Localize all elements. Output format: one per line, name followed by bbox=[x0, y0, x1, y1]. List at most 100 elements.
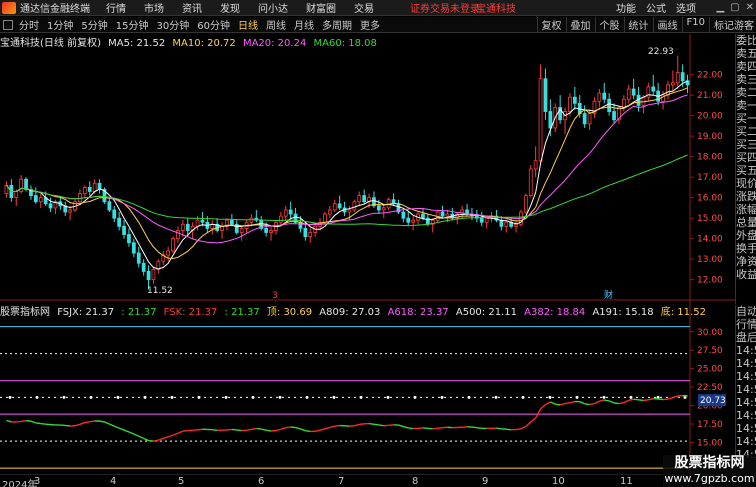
candle-body bbox=[166, 250, 171, 256]
candle-body bbox=[406, 217, 411, 223]
minimize-icon[interactable]: ▁ bbox=[716, 2, 724, 13]
candle-body bbox=[572, 96, 577, 104]
tick-row: 14:5 bbox=[736, 422, 756, 435]
indicator-chart[interactable]: 30.0027.5025.0022.5020.0017.5015.0020.73 bbox=[0, 301, 735, 474]
candle-body bbox=[543, 78, 548, 112]
a500-dot bbox=[8, 395, 12, 399]
price-tick-label: 18.00 bbox=[697, 153, 723, 163]
stock-button[interactable]: 个股 bbox=[594, 17, 624, 32]
date-label: 3 bbox=[34, 476, 41, 487]
quote-row: 现价 bbox=[736, 177, 756, 190]
candle-body bbox=[24, 178, 28, 190]
candle-body bbox=[440, 211, 445, 217]
date-label: 8 bbox=[412, 476, 419, 487]
price-tick-label: 21.00 bbox=[697, 91, 723, 101]
indicator-segment bbox=[604, 399, 610, 402]
draw-line-button[interactable]: 画线 bbox=[652, 17, 682, 32]
candle-body bbox=[411, 219, 416, 223]
fsjx-value: FSJX: 21.37 bbox=[57, 307, 115, 318]
a500-dot bbox=[413, 395, 417, 399]
overlay-button[interactable]: 叠加 bbox=[565, 17, 595, 32]
a191-value: A191: 15.18 bbox=[592, 307, 654, 318]
menu-item-hangqing[interactable]: 行情 bbox=[106, 0, 126, 15]
marker-cai[interactable]: 财 bbox=[604, 289, 613, 301]
indicator-segment bbox=[99, 420, 105, 423]
close-icon[interactable]: ✕ bbox=[746, 2, 754, 13]
menu-item-wenxiaoda[interactable]: 问小达 bbox=[258, 0, 288, 15]
candle-body bbox=[362, 195, 367, 203]
watermark-title: 股票指标网 bbox=[674, 455, 745, 471]
menu-item-jiaoyi[interactable]: 交易 bbox=[354, 0, 374, 15]
indicator-segment bbox=[65, 424, 71, 427]
price-tick-label: 16.00 bbox=[697, 194, 723, 204]
tab-60min[interactable]: 60分钟 bbox=[193, 17, 234, 32]
date-label: 7 bbox=[338, 476, 345, 487]
candle-body bbox=[533, 160, 538, 170]
tab-more[interactable]: 更多 bbox=[356, 17, 384, 32]
quote-row: 买四 bbox=[736, 151, 756, 164]
tick-row[interactable]: 自动 bbox=[736, 305, 756, 318]
guest-label[interactable]: 游客 bbox=[734, 17, 754, 32]
candle-body bbox=[504, 221, 509, 227]
candle-body bbox=[499, 219, 504, 227]
fuquan-button[interactable]: 复权 bbox=[536, 17, 566, 32]
menu-gongneng[interactable]: 功能 bbox=[616, 0, 636, 15]
watermark-url: www.7gpzb.com bbox=[664, 472, 755, 485]
indicator-segment bbox=[589, 402, 595, 406]
a500-dot bbox=[494, 395, 498, 399]
candle-body bbox=[484, 217, 489, 223]
candle-body bbox=[675, 72, 680, 84]
tab-15min[interactable]: 15分钟 bbox=[112, 17, 153, 32]
a500-dot bbox=[467, 395, 471, 399]
app-title: 通达信金融终端 bbox=[20, 4, 90, 15]
indicator-segment bbox=[613, 402, 620, 405]
tab-30min[interactable]: 30分钟 bbox=[152, 17, 193, 32]
menu-item-zixun[interactable]: 资讯 bbox=[182, 0, 202, 15]
candle-body bbox=[582, 113, 587, 125]
menu-item-faxian[interactable]: 发现 bbox=[220, 0, 240, 15]
candle-body bbox=[33, 195, 38, 203]
menu-item-caifuquan[interactable]: 财富圈 bbox=[306, 0, 336, 15]
candle-body bbox=[82, 186, 87, 194]
candle-body bbox=[445, 213, 450, 217]
tab-fenshi[interactable]: 分时 bbox=[15, 17, 43, 32]
price-chart[interactable]: 22.00 21.00 20.00 19.00 18.00 17.00 16.00 15.00… bbox=[0, 34, 735, 301]
layout-toggle-icon[interactable] bbox=[3, 19, 13, 30]
candle-body bbox=[323, 213, 327, 223]
login-warning[interactable]: 证券交易未登录 bbox=[410, 0, 480, 15]
price-tick-label: 15.00 bbox=[697, 214, 723, 224]
stats-button[interactable]: 统计 bbox=[623, 17, 653, 32]
f10-button[interactable]: F10 bbox=[681, 17, 709, 32]
period-toolbar: 分时 1分钟 5分钟 15分钟 30分钟 60分钟 日线 周线 月线 多周期 更… bbox=[0, 17, 756, 33]
tick-row: 14:5 bbox=[736, 435, 756, 448]
tab-monthly[interactable]: 月线 bbox=[290, 17, 318, 32]
candle-body bbox=[127, 234, 131, 244]
tab-weekly[interactable]: 周线 bbox=[262, 17, 290, 32]
tick-row: 14:50 bbox=[736, 357, 756, 370]
candle-body bbox=[136, 252, 141, 264]
indicator-segment bbox=[40, 422, 46, 425]
candle-body bbox=[239, 227, 244, 233]
menu-item-shichang[interactable]: 市场 bbox=[144, 0, 164, 15]
price-tick-label: 13.00 bbox=[697, 255, 723, 265]
candle-body bbox=[141, 262, 146, 272]
a500-dot bbox=[278, 395, 282, 399]
quote-row: 卖三 bbox=[736, 73, 756, 86]
indicator-name[interactable]: 股票指标网 bbox=[0, 307, 50, 318]
tab-daily[interactable]: 日线 bbox=[234, 17, 262, 32]
a500-dot bbox=[332, 395, 336, 399]
tab-multi-period[interactable]: 多周期 bbox=[318, 17, 356, 32]
a500-dot bbox=[89, 395, 93, 399]
menu-gongshi[interactable]: 公式 bbox=[646, 0, 666, 15]
marker-s3[interactable]: 3 bbox=[272, 291, 278, 301]
indicator-segment bbox=[373, 423, 379, 426]
candle-body bbox=[146, 271, 151, 281]
indicator-segment bbox=[618, 401, 624, 405]
date-label: 11 bbox=[620, 476, 633, 487]
tab-5min[interactable]: 5分钟 bbox=[77, 17, 111, 32]
menu-xuanxiang[interactable]: 选项 bbox=[676, 0, 696, 15]
tab-1min[interactable]: 1分钟 bbox=[43, 17, 77, 32]
maximize-icon[interactable]: ▢ bbox=[730, 2, 739, 13]
date-label: 6 bbox=[258, 476, 265, 487]
candle-body bbox=[337, 203, 342, 209]
